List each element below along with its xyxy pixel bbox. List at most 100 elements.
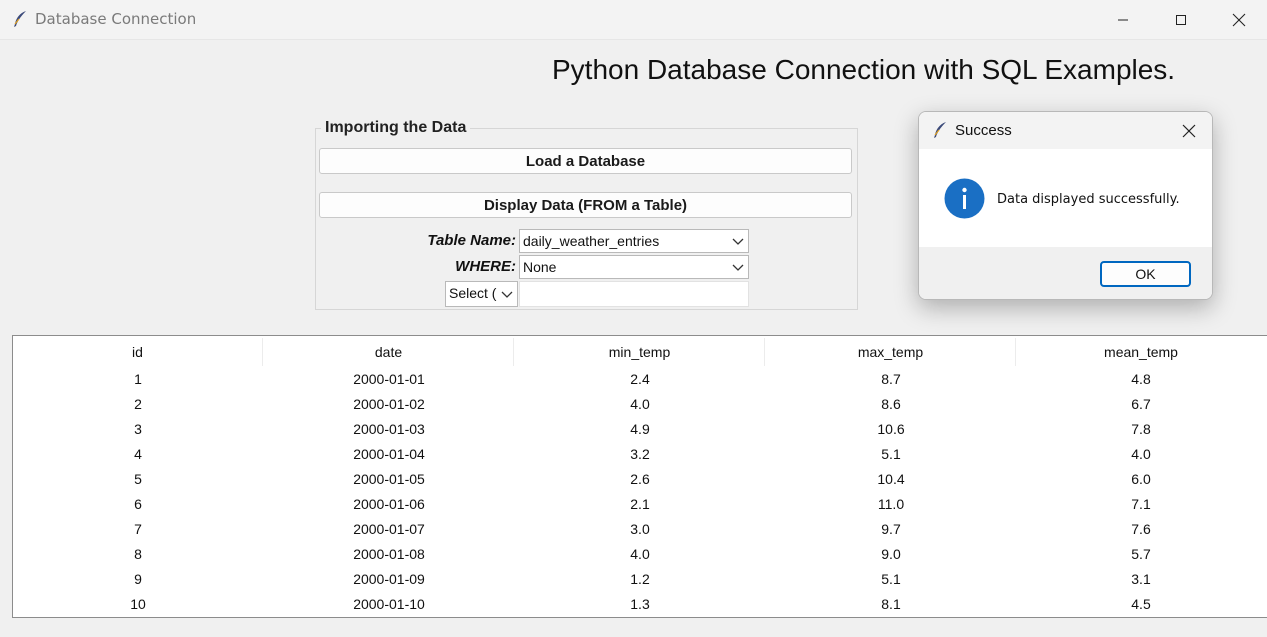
- table-row[interactable]: 6 2000-01-06 2.1 11.0 7.1: [13, 491, 1267, 516]
- minimize-icon: [1118, 19, 1128, 20]
- cell: 2.1: [630, 495, 650, 512]
- column-header-min-temp[interactable]: min_temp: [515, 338, 765, 366]
- cell: 5: [134, 470, 142, 487]
- cell: 9.0: [881, 545, 901, 562]
- cell: 11.0: [877, 495, 905, 512]
- load-database-button[interactable]: Load a Database: [319, 148, 852, 174]
- app-window: Database Connection Python Database Conn…: [0, 0, 1267, 637]
- close-icon: [1182, 124, 1196, 138]
- cell: 2000-01-05: [353, 470, 425, 487]
- data-table[interactable]: id date min_temp max_temp mean_temp 1 20…: [12, 335, 1267, 618]
- cell: 9.7: [881, 520, 901, 537]
- cell: 10.4: [877, 470, 905, 487]
- cell: 8.6: [881, 395, 901, 412]
- cell: 2.4: [630, 370, 650, 387]
- cell: 5.1: [881, 570, 901, 587]
- cell: 2000-01-02: [353, 395, 425, 412]
- table-row[interactable]: 3 2000-01-03 4.9 10.6 7.8: [13, 416, 1267, 441]
- cell: 7.1: [1131, 495, 1151, 512]
- cell: 2000-01-07: [353, 520, 425, 537]
- table-row[interactable]: 5 2000-01-05 2.6 10.4 6.0: [13, 466, 1267, 491]
- where-value: None: [523, 259, 557, 275]
- cell: 2: [134, 395, 142, 412]
- cell: 6.0: [1131, 470, 1151, 487]
- cell: 2000-01-09: [353, 570, 425, 587]
- window-title: Database Connection: [35, 10, 197, 28]
- cell: 5.7: [1131, 545, 1151, 562]
- feather-icon: [934, 122, 946, 138]
- close-button[interactable]: [1210, 0, 1267, 39]
- title-bar[interactable]: Database Connection: [0, 0, 1267, 40]
- cell: 8.7: [881, 370, 901, 387]
- cell: 1: [134, 370, 142, 387]
- cell: 2000-01-10: [353, 595, 425, 612]
- cell: 4.8: [1131, 370, 1151, 387]
- cell: 3.2: [630, 445, 650, 462]
- cell: 2000-01-01: [353, 370, 425, 387]
- cell: 2000-01-06: [353, 495, 425, 512]
- column-header-max-temp[interactable]: max_temp: [766, 338, 1016, 366]
- cell: 2.6: [630, 470, 650, 487]
- page-title: Python Database Connection with SQL Exam…: [552, 54, 1176, 85]
- cell: 9: [134, 570, 142, 587]
- column-header-id[interactable]: id: [13, 338, 263, 366]
- maximize-button[interactable]: [1152, 0, 1210, 39]
- table-name-combobox[interactable]: daily_weather_entries: [519, 229, 749, 253]
- cell: 4.0: [630, 395, 650, 412]
- cell: 8.1: [881, 595, 901, 612]
- table-row[interactable]: 7 2000-01-07 3.0 9.7 7.6: [13, 516, 1267, 541]
- minimize-button[interactable]: [1094, 0, 1152, 39]
- cell: 5.1: [881, 445, 901, 462]
- column-header-date[interactable]: date: [264, 338, 514, 366]
- cell: 2000-01-08: [353, 545, 425, 562]
- cell: 2000-01-03: [353, 420, 425, 437]
- ok-button[interactable]: OK: [1100, 261, 1191, 287]
- chevron-down-icon: [732, 264, 744, 271]
- cell: 4.0: [630, 545, 650, 562]
- cell: 6.7: [1131, 395, 1151, 412]
- cell: 7.6: [1131, 520, 1151, 537]
- dialog-footer: OK: [919, 247, 1212, 299]
- cell: 1.2: [630, 570, 650, 587]
- cell: 10.6: [877, 420, 905, 437]
- close-icon: [1232, 13, 1246, 26]
- maximize-icon: [1176, 14, 1186, 25]
- cell: 10: [130, 595, 146, 612]
- cell: 4.0: [1131, 445, 1151, 462]
- dialog-message: Data displayed successfully.: [997, 192, 1180, 207]
- table-header: id date min_temp max_temp mean_temp: [13, 338, 1267, 366]
- table-row[interactable]: 9 2000-01-09 1.2 5.1 3.1: [13, 566, 1267, 591]
- import-group-legend: Importing the Data: [321, 119, 471, 137]
- feather-icon: [14, 11, 26, 27]
- chevron-down-icon: [501, 291, 513, 298]
- chevron-down-icon: [732, 238, 744, 245]
- cell: 7: [134, 520, 142, 537]
- table-row[interactable]: 8 2000-01-08 4.0 9.0 5.7: [13, 541, 1267, 566]
- where-label: WHERE:: [455, 258, 516, 275]
- cell: 4: [134, 445, 142, 462]
- info-icon: [944, 178, 985, 219]
- where-combobox[interactable]: None: [519, 255, 749, 279]
- dialog-title-bar[interactable]: Success: [919, 112, 1212, 149]
- cell: 6: [134, 495, 142, 512]
- select-operator-combobox[interactable]: Select (: [445, 281, 518, 307]
- select-operator-value: Select (: [449, 285, 497, 301]
- condition-input[interactable]: [519, 281, 749, 307]
- display-data-button[interactable]: Display Data (FROM a Table): [319, 192, 852, 218]
- table-row[interactable]: 2 2000-01-02 4.0 8.6 6.7: [13, 391, 1267, 416]
- column-header-mean-temp[interactable]: mean_temp: [1016, 338, 1266, 366]
- cell: 1.3: [630, 595, 650, 612]
- dialog-close-button[interactable]: [1177, 120, 1201, 142]
- cell: 3: [134, 420, 142, 437]
- cell: 2000-01-04: [353, 445, 425, 462]
- success-dialog: Success Data displayed successfully. OK: [918, 111, 1213, 300]
- table-row[interactable]: 1 2000-01-01 2.4 8.7 4.8: [13, 366, 1267, 391]
- cell: 8: [134, 545, 142, 562]
- cell: 4.5: [1131, 595, 1151, 612]
- table-row[interactable]: 4 2000-01-04 3.2 5.1 4.0: [13, 441, 1267, 466]
- table-name-label: Table Name:: [427, 232, 516, 249]
- cell: 3.1: [1131, 570, 1151, 587]
- table-row[interactable]: 10 2000-01-10 1.3 8.1 4.5: [13, 591, 1267, 616]
- cell: 7.8: [1131, 420, 1151, 437]
- dialog-body: Data displayed successfully.: [919, 149, 1212, 247]
